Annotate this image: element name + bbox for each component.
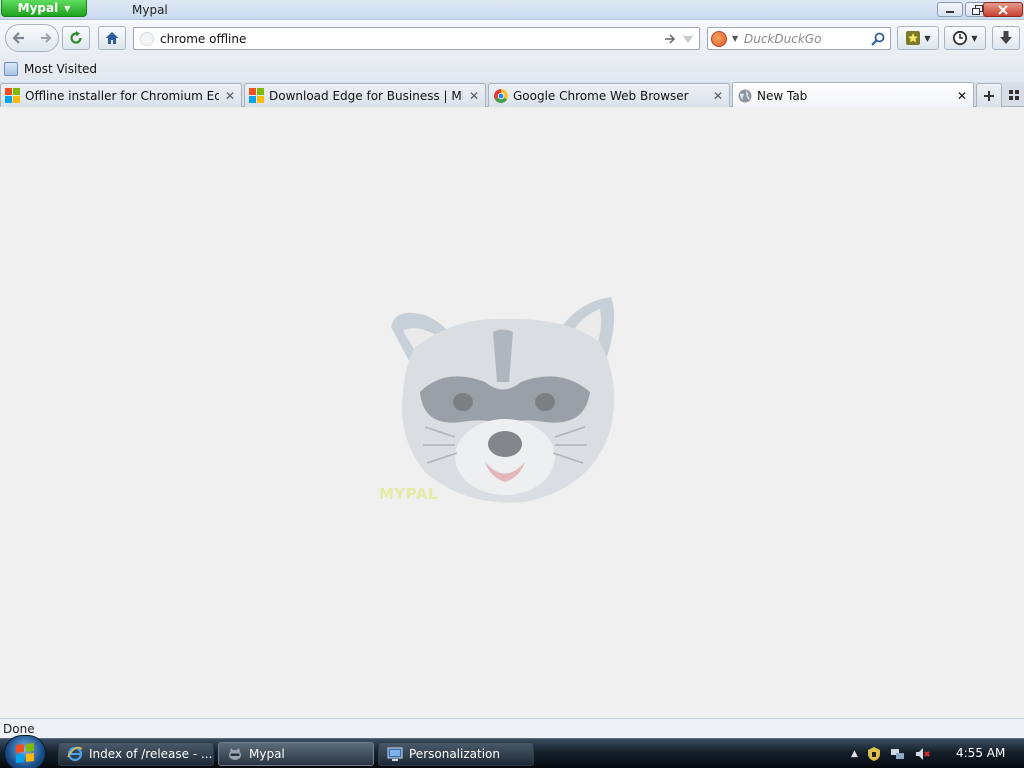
title-bar: Mypal ▼ Mypal bbox=[0, 0, 1024, 20]
globe-icon bbox=[738, 89, 752, 102]
page-content: MYPAL bbox=[0, 107, 1024, 718]
new-tab-button[interactable] bbox=[976, 83, 1002, 107]
history-menu-button[interactable]: ▼ bbox=[944, 26, 986, 50]
bookmarks-toolbar: Most Visited bbox=[0, 58, 1024, 82]
url-input[interactable] bbox=[160, 30, 640, 47]
mypal-icon bbox=[229, 748, 241, 760]
tab-label: New Tab bbox=[757, 88, 808, 103]
download-arrow-icon bbox=[1000, 31, 1012, 44]
taskbar-clock[interactable]: 4:55 AM bbox=[956, 746, 1005, 760]
taskbar-item-personalization[interactable]: Personalization bbox=[378, 742, 534, 766]
network-icon[interactable] bbox=[890, 746, 906, 762]
app-menu-label: Mypal bbox=[17, 1, 59, 15]
address-bar[interactable] bbox=[133, 27, 700, 50]
search-bar[interactable]: ▼ bbox=[707, 27, 891, 50]
history-dropdown-icon[interactable] bbox=[681, 32, 695, 49]
close-icon bbox=[998, 4, 1008, 15]
app-menu-button[interactable]: Mypal ▼ bbox=[1, 0, 87, 17]
downloads-button[interactable] bbox=[992, 26, 1020, 50]
chevron-down-icon: ▼ bbox=[732, 34, 739, 43]
bookmarks-menu-button[interactable]: ▼ bbox=[897, 26, 939, 50]
tab-new-tab[interactable]: New Tab ✕ bbox=[732, 82, 974, 108]
clock-icon bbox=[953, 30, 968, 46]
taskbar-item-index-of-release[interactable]: Index of /release - ... bbox=[58, 742, 214, 766]
system-tray: ▲ bbox=[851, 743, 930, 765]
back-arrow-icon bbox=[12, 32, 24, 44]
window-title: Mypal bbox=[132, 3, 168, 17]
chevron-down-icon: ▼ bbox=[924, 33, 931, 43]
mascot-logo-text: MYPAL bbox=[379, 485, 439, 503]
close-tab-icon[interactable]: ✕ bbox=[467, 89, 481, 103]
status-bar: Done bbox=[0, 718, 1024, 738]
reload-icon bbox=[70, 31, 82, 44]
chevron-down-icon: ▼ bbox=[64, 3, 71, 13]
plus-icon bbox=[984, 90, 994, 101]
taskbar-item-label: Index of /release - ... bbox=[89, 747, 213, 761]
taskbar-item-mypal[interactable]: Mypal bbox=[218, 742, 374, 766]
back-forward-group bbox=[5, 24, 59, 52]
bookmark-label: Most Visited bbox=[24, 62, 98, 76]
tab-google-chrome[interactable]: Google Chrome Web Browser ✕ bbox=[488, 83, 730, 107]
go-arrow-icon[interactable] bbox=[663, 32, 677, 49]
taskbar-item-label: Personalization bbox=[409, 747, 500, 761]
chrome-logo-icon bbox=[494, 88, 508, 103]
taskbar: Index of /release - ... Mypal Personaliz… bbox=[0, 735, 1024, 768]
security-center-icon[interactable] bbox=[866, 746, 882, 762]
personalization-icon bbox=[387, 747, 403, 761]
bookmark-most-visited[interactable]: Most Visited bbox=[4, 62, 97, 76]
search-input[interactable] bbox=[744, 30, 864, 47]
raccoon-mascot-icon bbox=[391, 297, 615, 503]
minimize-button[interactable] bbox=[937, 2, 963, 17]
volume-muted-icon[interactable] bbox=[914, 746, 930, 762]
close-tab-icon[interactable]: ✕ bbox=[711, 89, 725, 103]
tab-offline-installer[interactable]: Offline installer for Chromium Edge... ✕ bbox=[0, 83, 242, 107]
taskbar-item-label: Mypal bbox=[249, 747, 285, 761]
chevron-down-icon: ▼ bbox=[971, 33, 978, 43]
page-identity-icon bbox=[140, 32, 154, 46]
tab-strip: Offline installer for Chromium Edge... ✕… bbox=[0, 82, 1024, 108]
back-button[interactable] bbox=[7, 26, 31, 50]
list-all-tabs-button[interactable] bbox=[1006, 87, 1022, 103]
minimize-icon bbox=[946, 10, 954, 13]
forward-arrow-icon bbox=[41, 33, 52, 43]
show-hidden-icons-button[interactable]: ▲ bbox=[851, 749, 858, 759]
tab-label: Google Chrome Web Browser bbox=[513, 88, 689, 103]
reload-button[interactable] bbox=[62, 26, 90, 50]
internet-explorer-icon bbox=[67, 746, 83, 762]
tab-label: Offline installer for Chromium Edge... bbox=[25, 88, 219, 103]
search-icon[interactable] bbox=[870, 31, 886, 50]
microsoft-logo-icon bbox=[5, 87, 21, 104]
close-tab-icon[interactable]: ✕ bbox=[223, 89, 237, 103]
start-button[interactable] bbox=[4, 735, 46, 768]
home-icon bbox=[105, 32, 119, 44]
duckduckgo-engine-icon[interactable] bbox=[711, 31, 727, 47]
tab-label: Download Edge for Business | Micro... bbox=[269, 88, 463, 103]
microsoft-logo-icon bbox=[249, 87, 265, 104]
windows-logo-icon bbox=[16, 743, 34, 763]
close-window-button[interactable] bbox=[983, 2, 1023, 17]
most-visited-icon bbox=[4, 62, 18, 76]
navigation-toolbar: ▼ ▼ ▼ bbox=[0, 20, 1024, 58]
home-button[interactable] bbox=[98, 26, 126, 50]
forward-button[interactable] bbox=[35, 26, 57, 50]
tab-download-edge[interactable]: Download Edge for Business | Micro... ✕ bbox=[244, 83, 486, 107]
close-tab-icon[interactable]: ✕ bbox=[955, 89, 969, 103]
bookmark-star-icon bbox=[906, 31, 921, 45]
status-text: Done bbox=[3, 722, 35, 736]
